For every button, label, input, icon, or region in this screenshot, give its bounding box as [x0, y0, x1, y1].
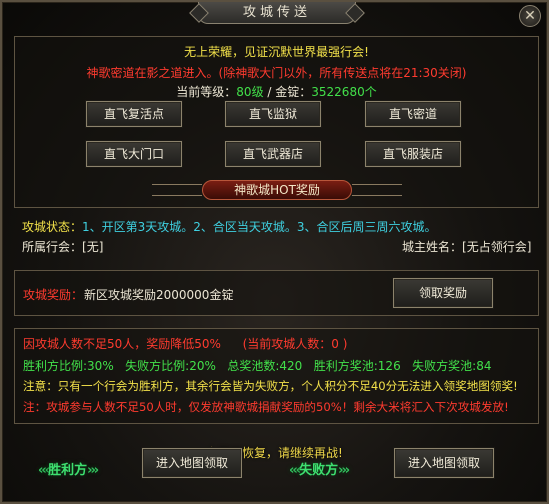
ingot-label: 金锭： — [275, 85, 312, 99]
winner-label-text: 胜利方 — [48, 463, 88, 478]
banner-left-ornament — [152, 184, 202, 196]
guild-info: 所属行会：[无] — [22, 238, 103, 255]
close-icon[interactable]: ✕ — [519, 5, 541, 27]
reward-panel: 攻城奖励： 新区攻城奖励2000000金锭 领取奖励 — [14, 270, 539, 316]
player-status: 当前等级：80级 / 金锭：3522680个 — [15, 83, 538, 100]
hot-reward-banner[interactable]: 神歌城HOT奖励 — [202, 180, 352, 200]
siege-teleport-window: 攻城传送 ✕ 无上荣耀，见证沉默世界最强行会! 神歌密道在影之道进入。(除神歌大… — [0, 0, 549, 504]
claim-reward-button[interactable]: 领取奖励 — [393, 278, 493, 308]
lord-info: 城主姓名：[无占领行会] — [402, 238, 531, 255]
banner-right-ornament — [352, 184, 402, 196]
fly-revive-point-button[interactable]: 直飞复活点 — [86, 101, 182, 127]
participation-note: 注：攻城参与人数不足50人时，仅发放神歌城捐献奖励的50%！剩余大米将汇入下次攻… — [23, 400, 509, 414]
lose-ratio: 失败方比例:20% — [125, 359, 216, 373]
total-pool: 总奖池数:420 — [227, 359, 303, 373]
fly-weapon-shop-button[interactable]: 直飞武器店 — [225, 141, 321, 167]
lord-value: [无占领行会] — [462, 240, 532, 254]
enter-winner-map-button[interactable]: 进入地图领取 — [142, 448, 242, 478]
winner-side-label: ‹‹‹胜利方››› — [38, 459, 99, 478]
guild-label: 所属行会： — [22, 240, 83, 254]
siege-status-label: 攻城状态： — [22, 220, 83, 234]
level-value: 80级 — [236, 85, 264, 99]
reward-value: 新区攻城奖励2000000金锭 — [84, 288, 234, 302]
window-title: 攻城传送 — [198, 2, 356, 24]
lord-label: 城主姓名： — [402, 240, 463, 254]
fly-gate-button[interactable]: 直飞大门口 — [86, 141, 182, 167]
chevron-right-icon: ››› — [87, 463, 99, 478]
chevron-left-icon: ‹‹‹ — [38, 463, 50, 478]
lose-pool: 失败方奖池:84 — [412, 359, 492, 373]
reward-label: 攻城奖励： — [23, 288, 84, 302]
fly-secret-passage-button[interactable]: 直飞密道 — [365, 101, 461, 127]
ingot-value: 3522680个 — [311, 85, 377, 99]
current-siege-count: (当前攻城人数：0 ) — [242, 337, 348, 351]
guild-value: [无] — [82, 240, 104, 254]
header-slogan: 无上荣耀，见证沉默世界最强行会! — [184, 45, 369, 59]
loser-side-label: ‹‹‹失败方››› — [289, 459, 350, 478]
fly-clothing-shop-button[interactable]: 直飞服装店 — [365, 141, 461, 167]
win-pool: 胜利方奖池:126 — [313, 359, 401, 373]
reduction-notice: 因攻城人数不足50人，奖励降低50% (当前攻城人数：0 ) — [23, 335, 347, 352]
siege-status: 攻城状态：1、开区第3天攻城。2、合区当天攻城。3、合区后周三周六攻城。 — [22, 218, 437, 235]
reduction-text: 因攻城人数不足50人，奖励降低50% — [23, 337, 221, 351]
chevron-right-icon: ››› — [338, 463, 350, 478]
loser-label-text: 失败方 — [299, 463, 339, 478]
enter-loser-map-button[interactable]: 进入地图领取 — [394, 448, 494, 478]
pool-stats: 胜利方比例:30% 失败方比例:20% 总奖池数:420 胜利方奖池:126 失… — [23, 357, 491, 374]
chevron-left-icon: ‹‹‹ — [289, 463, 301, 478]
header-notice: 神歌密道在影之道进入。(除神歌大门以外，所有传送点将在21:30关闭) — [86, 66, 467, 80]
win-ratio: 胜利方比例:30% — [23, 359, 114, 373]
siege-status-value: 1、开区第3天攻城。2、合区当天攻城。3、合区后周三周六攻城。 — [82, 220, 437, 234]
status-divider: / — [263, 85, 276, 99]
level-label: 当前等级： — [176, 85, 237, 99]
winner-note: 注意：只有一个行会为胜利方，其余行会皆为失败方，个人积分不足40分无法进入领奖地… — [23, 379, 518, 393]
fly-prison-button[interactable]: 直飞监狱 — [225, 101, 321, 127]
stats-panel: 因攻城人数不足50人，奖励降低50% (当前攻城人数：0 ) 胜利方比例:30%… — [14, 328, 539, 424]
